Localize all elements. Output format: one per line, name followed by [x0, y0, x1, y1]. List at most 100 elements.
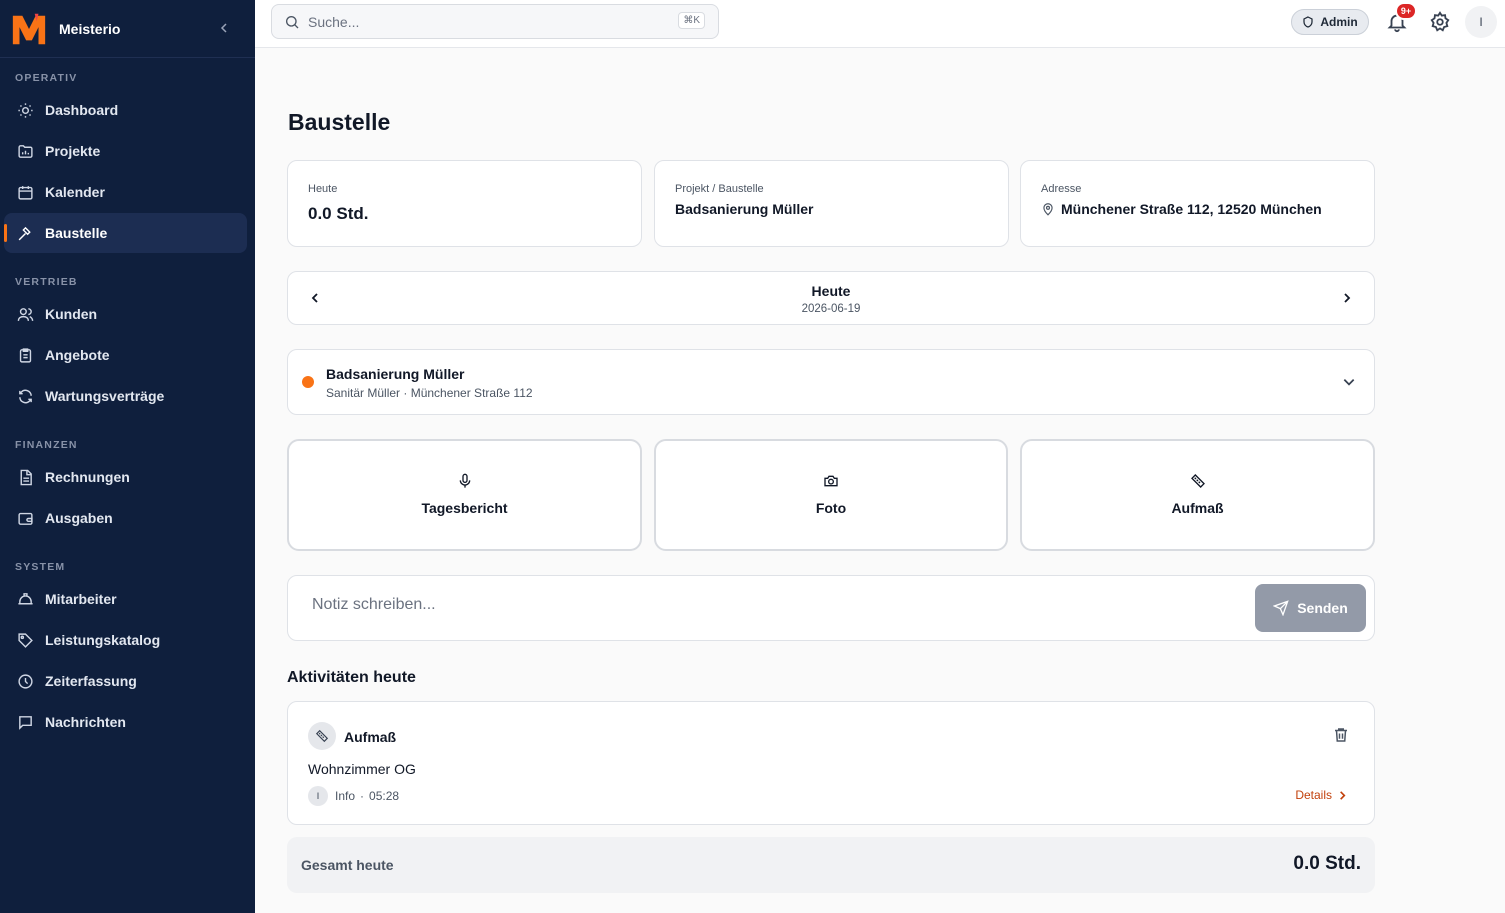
sidebar-item-label: Leistungskatalog	[45, 632, 161, 648]
sidebar-item-label: Angebote	[45, 347, 110, 363]
sun-icon	[16, 101, 34, 119]
activities-heading: Aktivitäten heute	[287, 669, 416, 686]
map-pin-icon	[1043, 203, 1053, 216]
sidebar-item-angebote[interactable]: Angebote	[4, 335, 247, 375]
sidebar-item-label: Kalender	[45, 184, 105, 200]
send-button[interactable]: Senden	[1255, 584, 1366, 632]
project-status-dot	[302, 376, 314, 388]
clock-icon	[16, 672, 34, 690]
search-input[interactable]	[308, 13, 718, 30]
sidebar-item-label: Projekte	[45, 143, 101, 159]
stat-card-project: Projekt / Baustelle Badsanierung Müller	[654, 160, 1009, 247]
activity-card: Aufmaß Wohnzimmer OG I Info · 05:28 Deta…	[287, 701, 1375, 825]
refresh-icon	[16, 387, 34, 405]
note-composer: Senden	[287, 575, 1375, 641]
sidebar-item-label: Rechnungen	[45, 469, 130, 485]
role-badge[interactable]: Admin	[1291, 9, 1369, 35]
activity-time: 05:28	[369, 789, 400, 803]
sidebar-item-zeiterfassung[interactable]: Zeiterfassung	[4, 661, 247, 701]
activity-meta: I Info · 05:28	[308, 786, 399, 806]
page-title: Baustelle	[288, 109, 391, 135]
project-selector[interactable]: Badsanierung Müller Sanitär Müller · Mün…	[287, 349, 1375, 415]
chevron-left-icon	[220, 23, 227, 33]
stat-label: Projekt / Baustelle	[675, 183, 764, 195]
sidebar-item-baustelle[interactable]: Baustelle	[4, 213, 247, 253]
stat-value: Badsanierung Müller	[675, 201, 814, 217]
sidebar-item-label: Nachrichten	[45, 714, 126, 730]
nav-section-finanzen: FINANZEN	[15, 439, 78, 451]
stat-label: Heute	[308, 183, 338, 195]
sidebar-item-label: Mitarbeiter	[45, 591, 117, 607]
brand-name: Meisterio	[59, 20, 121, 37]
author-avatar: I	[308, 786, 328, 806]
aufmass-button[interactable]: Aufmaß	[1020, 439, 1375, 551]
sidebar-item-label: Baustelle	[45, 225, 108, 241]
clipboard-icon	[16, 346, 34, 364]
hard-hat-icon	[16, 590, 34, 608]
sidebar-item-wartungsvertraege[interactable]: Wartungsverträge	[4, 376, 247, 416]
search-shortcut-hint: ⌘K	[678, 12, 705, 29]
file-text-icon	[16, 468, 34, 486]
wallet-icon	[16, 509, 34, 527]
sidebar-item-dashboard[interactable]: Dashboard	[4, 90, 247, 130]
collapse-sidebar-button[interactable]	[213, 17, 235, 39]
stat-label: Adresse	[1041, 183, 1082, 195]
daily-total: Gesamt heute 0.0 Std.	[287, 837, 1375, 893]
note-input[interactable]	[312, 596, 1212, 614]
sidebar-item-leistungskatalog[interactable]: Leistungskatalog	[4, 620, 247, 660]
stat-card-today: Heute 0.0 Std.	[287, 160, 642, 247]
role-badge-label: Admin	[1320, 15, 1358, 29]
sidebar-item-projekte[interactable]: Projekte	[4, 131, 247, 171]
activity-author: Info	[335, 789, 356, 803]
ruler-icon	[308, 722, 336, 750]
sidebar-item-rechnungen[interactable]: Rechnungen	[4, 457, 247, 497]
nav-section-vertrieb: VERTRIEB	[15, 276, 78, 288]
action-label: Tagesbericht	[421, 500, 508, 516]
microphone-icon	[289, 473, 640, 489]
project-title: Badsanierung Müller	[326, 366, 465, 382]
shield-icon	[1302, 16, 1314, 28]
message-icon	[16, 713, 34, 731]
sidebar-item-label: Ausgaben	[45, 510, 113, 526]
user-avatar[interactable]: I	[1465, 6, 1497, 38]
top-bar: ⌘K Admin 9+ I	[255, 0, 1505, 48]
next-day-button[interactable]	[1337, 288, 1357, 308]
sidebar-item-label: Dashboard	[45, 102, 119, 118]
address-value: Münchener Straße 112, 12520 München	[1041, 201, 1322, 217]
details-link[interactable]: Details	[1295, 788, 1348, 802]
sidebar-item-kalender[interactable]: Kalender	[4, 172, 247, 212]
trash-icon[interactable]	[1332, 726, 1350, 744]
sidebar-item-nachrichten[interactable]: Nachrichten	[4, 702, 247, 742]
gear-icon[interactable]	[1429, 11, 1451, 33]
notification-count-badge: 9+	[1395, 2, 1417, 20]
action-label: Aufmaß	[1171, 500, 1224, 516]
project-subtitle: Sanitär Müller · Münchener Straße 112	[326, 386, 533, 400]
meta-separator: ·	[360, 789, 365, 803]
send-icon	[1273, 600, 1289, 616]
chevron-right-icon	[1344, 293, 1351, 303]
sidebar: Meisterio OPERATIV Dashboard Projekte Ka…	[0, 0, 255, 913]
sidebar-item-kunden[interactable]: Kunden	[4, 294, 247, 334]
address-text: Münchener Straße 112, 12520 München	[1061, 201, 1322, 217]
tag-icon	[16, 631, 34, 649]
date-value: 2026-06-19	[801, 303, 861, 315]
meisterio-logo-icon[interactable]	[10, 10, 48, 48]
ruler-icon	[1022, 473, 1373, 489]
tagesbericht-button[interactable]: Tagesbericht	[287, 439, 642, 551]
stat-card-address: Adresse Münchener Straße 112, 12520 Münc…	[1020, 160, 1375, 247]
sidebar-item-mitarbeiter[interactable]: Mitarbeiter	[4, 579, 247, 619]
foto-button[interactable]: Foto	[654, 439, 1008, 551]
chevron-down-icon	[1343, 379, 1355, 386]
stat-value: 0.0 Std.	[308, 204, 369, 223]
activity-type: Aufmaß	[344, 729, 397, 745]
date-label: Heute	[811, 283, 851, 299]
nav-section-system: SYSTEM	[15, 561, 66, 573]
folder-chart-icon	[16, 142, 34, 160]
sidebar-item-label: Kunden	[45, 306, 98, 322]
hammer-icon	[16, 224, 34, 242]
camera-icon	[656, 473, 1006, 489]
brand: Meisterio	[0, 0, 255, 58]
search-icon	[286, 15, 299, 28]
sidebar-item-ausgaben[interactable]: Ausgaben	[4, 498, 247, 538]
search-box[interactable]: ⌘K	[271, 4, 719, 39]
